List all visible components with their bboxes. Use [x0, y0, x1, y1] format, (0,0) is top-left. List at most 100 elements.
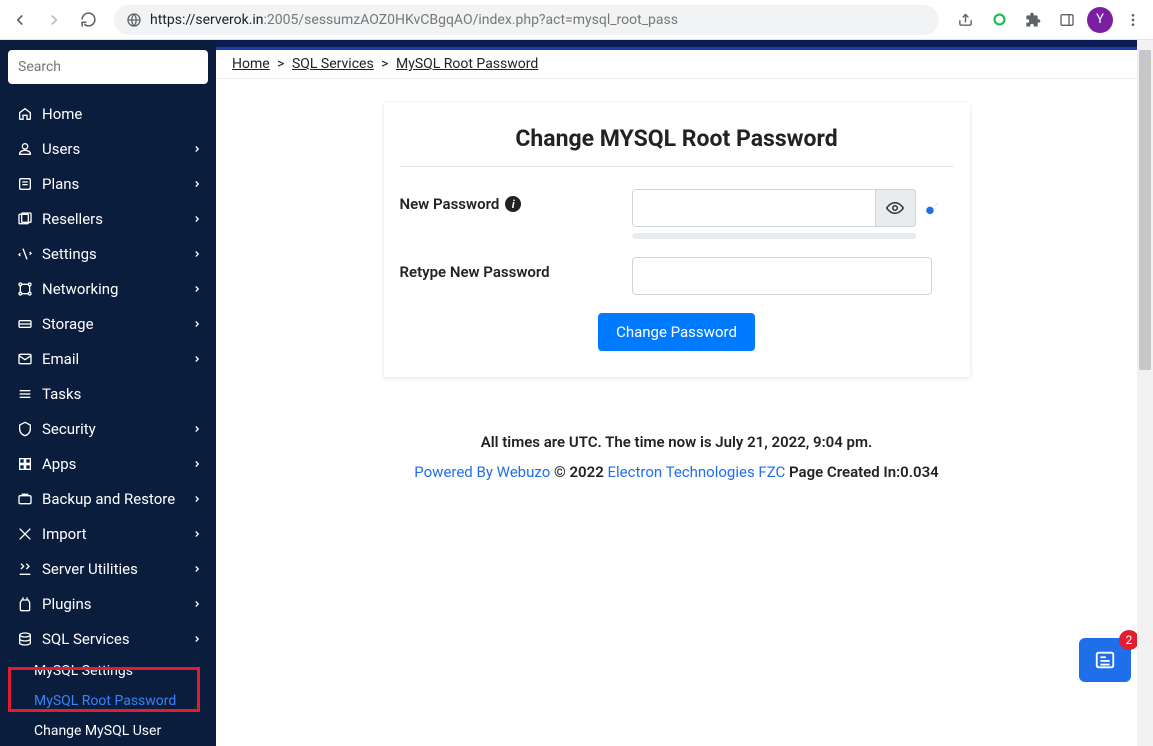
breadcrumb-home[interactable]: Home [232, 56, 270, 72]
share-icon[interactable] [951, 6, 979, 34]
chrome-menu-icon[interactable] [1119, 6, 1147, 34]
menu-label: Resellers [42, 210, 192, 228]
menu-icon [14, 316, 36, 332]
menu-label: Networking [42, 280, 192, 298]
sidebar-item-plugins[interactable]: Plugins [8, 586, 208, 621]
footer-time: All times are UTC. The time now is July … [216, 433, 1137, 451]
powered-by-link[interactable]: Powered By Webuzo [414, 463, 550, 481]
url-text: https://serverok.in:2005/sessumzAOZ0HKvC… [150, 12, 678, 28]
extension-circle-icon[interactable] [985, 6, 1013, 34]
menu-icon [14, 351, 36, 367]
row-retype-password: Retype New Password [400, 257, 954, 295]
submenu-item-mysql-root-password[interactable]: MySQL Root Password [30, 686, 208, 716]
menu-icon [14, 281, 36, 297]
row-new-password: New Password i [400, 189, 954, 239]
menu-label: Home [42, 105, 202, 123]
menu-icon [14, 106, 36, 122]
card-title: Change MYSQL Root Password [400, 125, 954, 152]
footer-credits: Powered By Webuzo © 2022 Electron Techno… [216, 463, 1137, 481]
new-password-input[interactable] [632, 189, 876, 227]
password-strength-bar [632, 233, 916, 239]
footer: All times are UTC. The time now is July … [216, 433, 1137, 481]
chevron-right-icon [192, 284, 202, 294]
profile-avatar[interactable]: Y [1087, 7, 1113, 33]
menu-label: Settings [42, 245, 192, 263]
extensions-icon[interactable] [1019, 6, 1047, 34]
chevron-right-icon [192, 494, 202, 504]
chevron-right-icon [192, 529, 202, 539]
company-link[interactable]: Electron Technologies FZC [608, 463, 786, 481]
menu-label: Apps [42, 455, 192, 473]
vertical-scrollbar[interactable] [1137, 40, 1153, 746]
chevron-right-icon [192, 564, 202, 574]
sidebar-item-import[interactable]: Import [8, 516, 208, 551]
menu-label: Storage [42, 315, 192, 333]
chevron-right-icon [192, 599, 202, 609]
sidebar-item-security[interactable]: Security [8, 411, 208, 446]
breadcrumb: Home > SQL Services > MySQL Root Passwor… [216, 50, 1137, 79]
address-bar[interactable]: https://serverok.in:2005/sessumzAOZ0HKvC… [114, 5, 939, 35]
sidebar-item-server-utilities[interactable]: Server Utilities [8, 551, 208, 586]
chevron-right-icon [192, 144, 202, 154]
avatar-initial: Y [1096, 12, 1104, 27]
sidebar-item-networking[interactable]: Networking [8, 271, 208, 306]
generate-password-icon[interactable] [924, 199, 942, 217]
scrollbar-thumb[interactable] [1139, 50, 1151, 370]
search-input[interactable] [18, 59, 198, 75]
news-widget[interactable]: 2 [1079, 638, 1131, 682]
sidebar-item-plans[interactable]: Plans [8, 166, 208, 201]
sidebar-menu: Home Users Plans Resellers Settings Networkin… [8, 96, 208, 746]
change-password-button[interactable]: Change Password [598, 313, 755, 351]
card-divider [400, 166, 954, 167]
sidebar-item-apps[interactable]: Apps [8, 446, 208, 481]
menu-label: Tasks [42, 385, 202, 403]
menu-icon [14, 211, 36, 227]
back-button[interactable] [6, 6, 34, 34]
news-count-badge: 2 [1119, 630, 1137, 650]
menu-label: Import [42, 525, 192, 543]
menu-icon [14, 491, 36, 507]
chevron-right-icon [192, 354, 202, 364]
menu-icon [14, 141, 36, 157]
sidebar-item-resellers[interactable]: Resellers [8, 201, 208, 236]
info-icon[interactable]: i [505, 196, 521, 212]
chevron-right-icon [192, 634, 202, 644]
menu-icon [14, 596, 36, 612]
menu-icon [14, 386, 36, 402]
sidebar-item-users[interactable]: Users [8, 131, 208, 166]
chevron-right-icon [192, 319, 202, 329]
menu-label: Plugins [42, 595, 192, 613]
menu-icon [14, 561, 36, 577]
sidepanel-icon[interactable] [1053, 6, 1081, 34]
sql-submenu: MySQL SettingsMySQL Root PasswordChange … [8, 656, 208, 746]
breadcrumb-sql[interactable]: SQL Services [292, 56, 374, 72]
menu-icon [14, 631, 36, 647]
new-password-label: New Password i [400, 189, 632, 213]
menu-label: Backup and Restore [42, 490, 192, 508]
toggle-visibility-button[interactable] [876, 189, 916, 227]
breadcrumb-current[interactable]: MySQL Root Password [396, 56, 538, 72]
menu-icon [14, 421, 36, 437]
sidebar-item-tasks[interactable]: Tasks [8, 376, 208, 411]
forward-button[interactable] [40, 6, 68, 34]
reload-button[interactable] [74, 6, 102, 34]
menu-label: SQL Services [42, 630, 192, 648]
retype-password-label: Retype New Password [400, 257, 632, 281]
chevron-right-icon [192, 179, 202, 189]
sidebar-item-backup-and-restore[interactable]: Backup and Restore [8, 481, 208, 516]
site-info-icon[interactable] [126, 12, 142, 28]
submenu-item-change-mysql-user[interactable]: Change MySQL User [30, 716, 208, 746]
sidebar-item-settings[interactable]: Settings [8, 236, 208, 271]
sidebar-item-storage[interactable]: Storage [8, 306, 208, 341]
chevron-right-icon [192, 214, 202, 224]
retype-password-input[interactable] [632, 257, 932, 295]
menu-label: Email [42, 350, 192, 368]
submenu-item-mysql-settings[interactable]: MySQL Settings [30, 656, 208, 686]
sidebar-search[interactable] [8, 50, 208, 84]
sidebar-item-sql-services[interactable]: SQL Services [8, 621, 208, 656]
main-wrap: Home > SQL Services > MySQL Root Passwor… [216, 40, 1153, 746]
menu-icon [14, 176, 36, 192]
sidebar-item-email[interactable]: Email [8, 341, 208, 376]
sidebar-item-home[interactable]: Home [8, 96, 208, 131]
menu-label: Users [42, 140, 192, 158]
